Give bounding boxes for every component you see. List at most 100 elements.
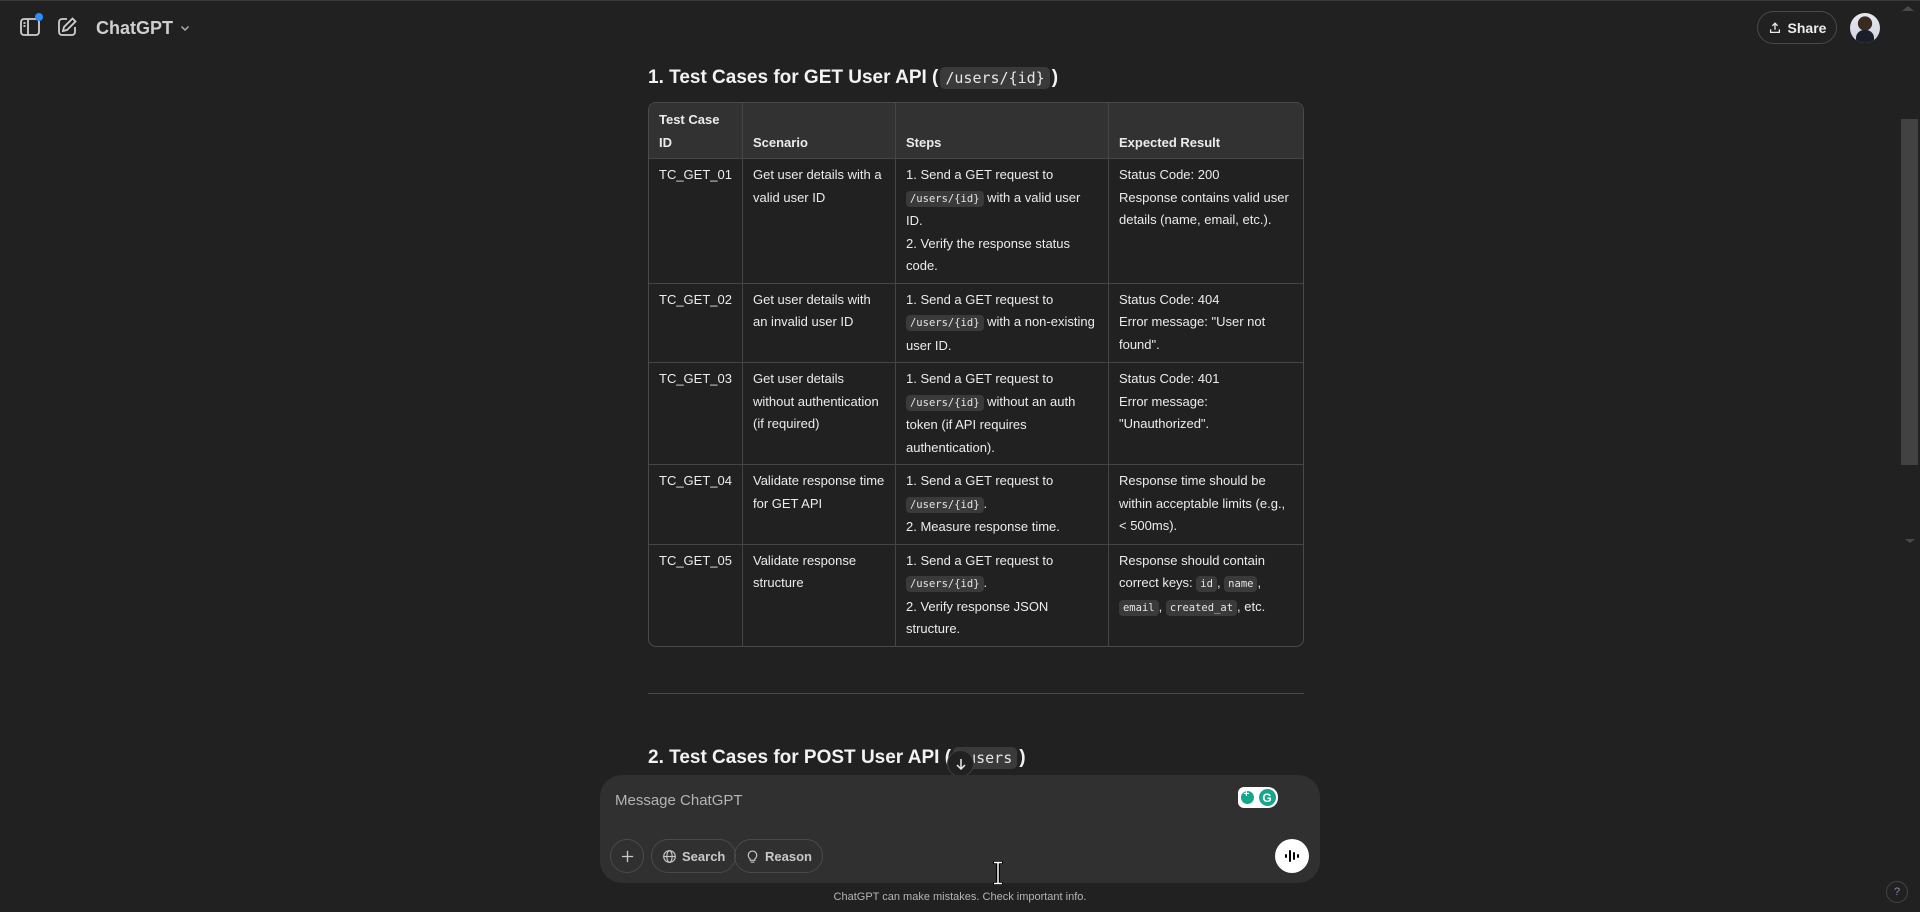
cell-text: 2. Measure response time. bbox=[905, 519, 1060, 534]
cell-text: Status Code: 404 bbox=[1118, 291, 1220, 307]
cell-text: , bbox=[1257, 575, 1262, 590]
inline-code: created_at bbox=[1165, 599, 1238, 616]
scroll-down-arrow[interactable] bbox=[1905, 539, 1915, 543]
section-heading-get: 1. Test Cases for GET User API (/users/{… bbox=[648, 67, 1059, 89]
cell-text: . bbox=[983, 495, 988, 511]
cell-text: Response contains valid user details (na… bbox=[1118, 189, 1289, 228]
steps-cell: 1. Send a GET request to /users/{id} wit… bbox=[895, 283, 1109, 363]
search-label: Search bbox=[682, 848, 726, 864]
scroll-to-bottom-button[interactable] bbox=[947, 750, 974, 777]
expected-result-cell: Status Code: 401 Error message: "Unauthor… bbox=[1108, 362, 1303, 465]
voice-mode-button[interactable] bbox=[1275, 839, 1309, 873]
scenario-cell: Validate response time for GET API bbox=[742, 464, 896, 545]
test-case-id: TC_GET_05 bbox=[649, 544, 743, 646]
column-header-scenario: Scenario bbox=[742, 103, 896, 159]
scroll-up-arrow[interactable] bbox=[1902, 6, 1914, 11]
scenario-cell: Get user details without authentication … bbox=[742, 362, 896, 465]
message-composer: G Search Reason bbox=[600, 775, 1320, 883]
share-label: Share bbox=[1787, 19, 1827, 36]
toggle-sidebar-button[interactable] bbox=[18, 13, 43, 39]
new-chat-button[interactable] bbox=[55, 15, 79, 39]
table-row: TC_GET_01 Get user details with a valid u… bbox=[649, 158, 1303, 284]
column-header-steps: Steps bbox=[895, 103, 1109, 159]
scenario-cell: Validate response structure bbox=[742, 544, 896, 646]
cell-text: , etc. bbox=[1237, 598, 1266, 614]
steps-cell: 1. Send a GET request to /users/{id} wit… bbox=[895, 362, 1109, 465]
message-input[interactable] bbox=[615, 788, 1215, 812]
search-button[interactable]: Search bbox=[651, 839, 737, 873]
cell-text: Status Code: 200 bbox=[1118, 167, 1220, 182]
cell-text: , bbox=[1158, 598, 1166, 614]
cell-text: . bbox=[983, 575, 988, 590]
model-name: ChatGPT bbox=[96, 17, 174, 38]
user-avatar[interactable] bbox=[1850, 13, 1880, 43]
grammarly-icon: G bbox=[1258, 789, 1276, 806]
reason-button[interactable]: Reason bbox=[734, 839, 823, 873]
table-row: TC_GET_02 Get user details with an invali… bbox=[649, 283, 1303, 363]
lightbulb-icon bbox=[747, 850, 758, 863]
test-case-id: TC_GET_04 bbox=[649, 464, 743, 545]
scenario-cell: Get user details with a valid user ID bbox=[742, 158, 896, 284]
inline-code: /users/{id} bbox=[905, 315, 984, 331]
share-icon bbox=[1769, 21, 1780, 33]
cell-text: Response time should be within acceptabl… bbox=[1118, 473, 1286, 533]
cell-text: 1. Send a GET request to bbox=[905, 371, 1054, 386]
test-case-id: TC_GET_01 bbox=[649, 158, 743, 284]
cell-text: 1. Send a GET request to bbox=[905, 167, 1054, 182]
grammarly-widget[interactable]: G bbox=[1238, 787, 1278, 808]
section-divider bbox=[648, 692, 1304, 694]
steps-cell: 1. Send a GET request to /users/{id}. 2. … bbox=[895, 544, 1109, 646]
reason-label: Reason bbox=[765, 848, 812, 864]
endpoint-code: /users/{id} bbox=[940, 67, 1050, 89]
scrollbar-thumb[interactable] bbox=[1901, 119, 1918, 465]
cell-text: 1. Send a GET request to bbox=[905, 552, 1054, 568]
attach-button[interactable] bbox=[610, 839, 644, 873]
cell-text: Error message: "User not found". bbox=[1118, 314, 1266, 352]
column-header-id: Test Case ID bbox=[649, 103, 743, 159]
arrow-down-icon bbox=[955, 758, 966, 770]
voice-waveform-icon bbox=[1285, 850, 1299, 862]
column-header-expected: Expected Result bbox=[1108, 103, 1303, 159]
edit-icon bbox=[58, 17, 77, 36]
inline-code: name bbox=[1224, 576, 1258, 592]
notification-dot bbox=[35, 13, 43, 21]
lightbulb-icon bbox=[1240, 789, 1254, 804]
steps-cell: 1. Send a GET request to /users/{id} wit… bbox=[895, 158, 1109, 284]
inline-code: id bbox=[1196, 576, 1217, 592]
table-row: TC_GET_04 Validate response time for GET … bbox=[649, 464, 1303, 545]
inline-code: /users/{id} bbox=[905, 576, 984, 592]
chevron-down-icon bbox=[181, 26, 190, 31]
plus-icon bbox=[621, 850, 633, 862]
inline-code: /users/{id} bbox=[905, 394, 984, 411]
table-row: TC_GET_05 Validate response structure 1. S… bbox=[649, 544, 1303, 646]
cell-text: 1. Send a GET request to bbox=[905, 291, 1054, 307]
inline-code: /users/{id} bbox=[905, 190, 984, 207]
inline-code: email bbox=[1118, 599, 1159, 616]
section-heading-post: 2. Test Cases for POST User API (/users) bbox=[648, 746, 1026, 769]
cell-text: 2. Verify response JSON structure. bbox=[905, 598, 1049, 637]
expected-result-cell: Response should contain correct keys: id… bbox=[1108, 544, 1303, 646]
disclaimer-text: ChatGPT can make mistakes. Check importa… bbox=[833, 891, 1087, 903]
expected-result-cell: Response time should be within acceptabl… bbox=[1108, 464, 1303, 545]
cell-text: Error message: "Unauthorized". bbox=[1118, 393, 1210, 432]
test-case-id: TC_GET_03 bbox=[649, 362, 743, 465]
expected-result-cell: Status Code: 200 Response contains valid … bbox=[1108, 158, 1303, 284]
cell-text: 2. Verify the response status code. bbox=[905, 235, 1071, 274]
scenario-cell: Get user details with an invalid user ID bbox=[742, 283, 896, 363]
globe-icon bbox=[663, 849, 676, 863]
text-cursor-icon bbox=[993, 861, 1003, 885]
top-bar: ChatGPT Share bbox=[0, 0, 1920, 56]
expected-result-cell: Status Code: 404 Error message: "User not… bbox=[1108, 283, 1303, 363]
table-header-row: Test Case ID Scenario Steps Expected Res… bbox=[649, 103, 1303, 159]
test-case-id: TC_GET_02 bbox=[649, 283, 743, 363]
model-selector[interactable]: ChatGPT bbox=[96, 14, 191, 42]
cell-text: Status Code: 401 bbox=[1118, 371, 1220, 386]
share-button[interactable]: Share bbox=[1757, 11, 1837, 44]
help-button[interactable]: ? bbox=[1886, 881, 1908, 903]
conversation-content: 1. Test Cases for GET User API (/users/{… bbox=[648, 60, 1304, 823]
cell-text: 1. Send a GET request to bbox=[905, 473, 1054, 488]
get-test-cases-table: Test Case ID Scenario Steps Expected Res… bbox=[648, 102, 1304, 647]
inline-code: /users/{id} bbox=[905, 496, 984, 513]
table-row: TC_GET_03 Get user details without authen… bbox=[649, 362, 1303, 465]
steps-cell: 1. Send a GET request to /users/{id}. 2. … bbox=[895, 464, 1109, 545]
